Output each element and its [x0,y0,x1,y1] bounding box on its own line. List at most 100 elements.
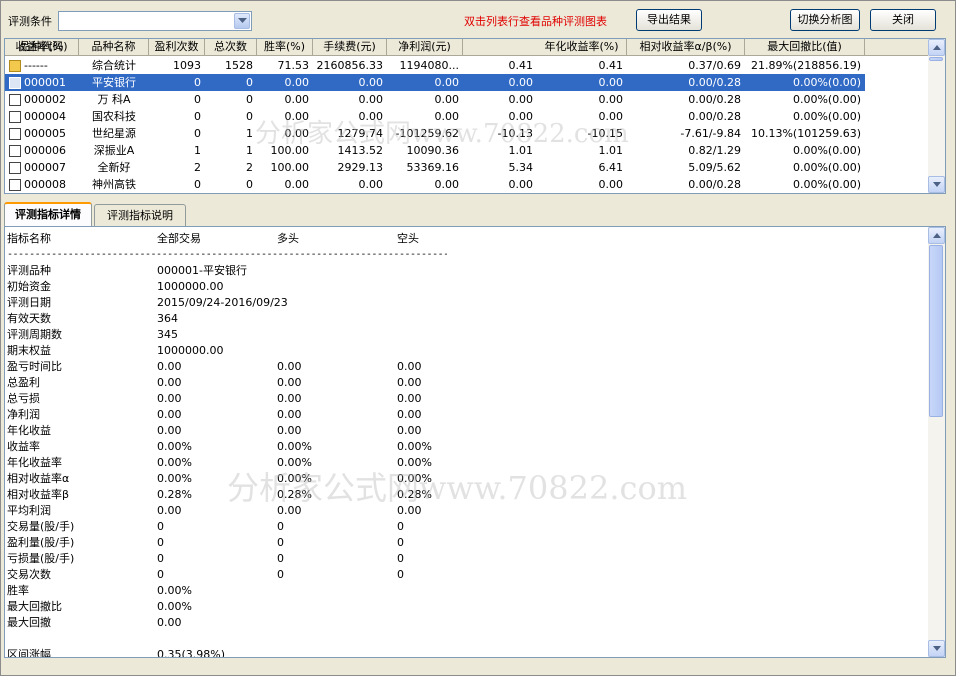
column-header[interactable]: 品种名称 [79,39,149,56]
folder-icon [9,60,21,72]
detail-k: 年化收益 [7,424,51,437]
detail-v2: 0 [277,520,284,533]
cell-ret: 5.34 [508,161,534,174]
scroll-down-icon[interactable] [928,640,945,657]
detail-row: 年化收益 0.00 0.00 0.00 [7,423,927,439]
column-header[interactable]: 年化收益率(%) [537,39,627,56]
detail-row: 平均利润 0.00 0.00 0.00 [7,503,927,519]
detail-v3: 0 [397,536,404,549]
cell-annual: 0.00 [537,74,627,91]
detail-v1: 0.00 [157,360,182,373]
detail-row: 评测品种 000001-平安银行 [7,263,927,279]
cell-relative: 0.00/0.28 [688,178,741,191]
cell-profit: -101259.62 [395,127,459,140]
result-grid[interactable]: 品种代码 品种名称 盈利次数 总次数 胜率(%) 手续费(元) 净利润(元) 收… [4,38,946,194]
condition-combo[interactable] [58,11,252,31]
tab-indicator-notes[interactable]: 评测指标说明 [94,204,186,226]
chevron-down-icon[interactable] [234,13,250,29]
detail-row: 初始资金 1000000.00 [7,279,927,295]
detail-v1: 0.00 [157,616,182,629]
cell-code: 000005 [5,125,79,142]
detail-body: 评测品种 000001-平安银行 初始资金 1000000.00 评测日期 2015/09… [7,263,927,658]
detail-k: 评测周期数 [7,328,62,341]
scroll-thumb[interactable] [929,245,943,417]
table-row[interactable]: 000007 全新好 2 2 100.00 2929.13 53369.16 5.34 6.41… [5,159,929,176]
table-row[interactable]: 000005 世纪星源 0 1 0.00 1279.74 -101259.62 -10.13 -… [5,125,929,142]
column-header[interactable]: 盈利次数 [149,39,205,56]
cell-winrate: 100.00 [270,161,310,174]
detail-v1: 0.00% [157,472,192,485]
table-row[interactable]: ------ 综合统计 1093 1528 71.53 2160856.33 1194080… [5,57,929,74]
cell-ret: 0.00 [508,93,534,106]
detail-k: 区间涨幅 [7,648,51,658]
detail-row: 最大回撤比 0.00% [7,599,927,615]
cell-annual: 0.41 [598,59,624,72]
document-icon [9,179,21,191]
cell-ret: 0.41 [508,59,534,72]
detail-v1: 0 [157,520,164,533]
detail-header-long: 多头 [277,232,299,245]
cell-code-text: 000005 [24,127,66,140]
grid-scrollbar[interactable] [928,39,945,193]
detail-v1: 0.00 [157,392,182,405]
column-header[interactable]: 手续费(元) [313,39,387,56]
cell-profit: 10090.36 [406,144,460,157]
cell-fee: 0.00 [358,110,384,123]
document-icon [9,94,21,106]
table-row[interactable]: 000001 平安银行 0 0 0.00 0.00 0.00 0.00 0.00 0.00/0.2… [5,74,929,91]
detail-k: 评测品种 [7,264,51,277]
detail-panel[interactable]: 指标名称 全部交易 多头 空头 ------------------------… [4,226,946,658]
scroll-thumb[interactable] [929,57,943,61]
cell-code-text: 000008 [24,178,66,191]
cell-name: 国农科技 [92,110,136,123]
detail-row [7,631,927,647]
column-header[interactable]: 最大回撤比(值) [745,39,865,56]
cell-annual: 6.41 [598,161,624,174]
detail-k: 胜率 [7,584,29,597]
grid-rows: ------ 综合统计 1093 1528 71.53 2160856.33 1194080… [5,57,929,193]
cell-code: ------ [5,57,79,74]
cell-fee: 2160856.33 [316,59,383,72]
export-button[interactable]: 导出结果 [636,9,702,31]
detail-k: 相对收益率β [7,488,70,501]
cell-relative: 0.00/0.28 [627,74,745,91]
column-header[interactable]: 相对收益率α/β(%) [627,39,745,56]
table-row[interactable]: 000008 神州高铁 0 0 0.00 0.00 0.00 0.00 0.00 0.00/0.2… [5,176,929,193]
document-icon [9,145,21,157]
tab-indicator-details[interactable]: 评测指标详情 [4,202,92,227]
scroll-down-icon[interactable] [928,176,945,193]
cell-wins: 0 [194,127,201,140]
main-window: 评测条件 双击列表行查看品种评测图表 导出结果 切换分析图 关闭 品种代码 品种… [0,0,956,676]
detail-v3: 0 [397,520,404,533]
detail-v3: 0.00% [397,456,432,469]
cell-ret: 1.01 [508,144,534,157]
scroll-up-icon[interactable] [928,227,945,244]
cell-code: 000007 [5,159,79,176]
cell-wins: 0 [194,178,201,191]
scroll-up-icon[interactable] [928,39,945,56]
cell-winrate: 0.00 [284,110,310,123]
detail-v2: 0.00 [277,408,302,421]
column-header[interactable]: 胜率(%) [257,39,313,56]
close-button[interactable]: 关闭 [870,9,936,31]
detail-row: 年化收益率 0.00% 0.00% 0.00% [7,455,927,471]
cell-wins: 0 [149,74,205,91]
column-header[interactable]: 总次数 [205,39,257,56]
detail-scrollbar[interactable] [928,227,945,657]
column-header[interactable]: 收益率(%) [5,39,79,56]
detail-row: 最大回撤 0.00 [7,615,927,631]
cell-wins: 0 [194,93,201,106]
table-row[interactable]: 000004 国农科技 0 0 0.00 0.00 0.00 0.00 0.00 0.00/0.2… [5,108,929,125]
column-header[interactable]: 净利润(元) [387,39,463,56]
switch-chart-button[interactable]: 切换分析图 [790,9,860,31]
cell-name: 深振业A [93,144,135,157]
table-row[interactable]: 000006 深振业A 1 1 100.00 1413.52 10090.36 1.01 1.0… [5,142,929,159]
detail-v2: 0.28% [277,488,312,501]
table-row[interactable]: 000002 万 科A 0 0 0.00 0.00 0.00 0.00 0.00 0.00/0.2… [5,91,929,108]
cell-relative: -7.61/-9.84 [680,127,741,140]
cell-ret: 0.00 [508,110,534,123]
detail-v2: 0.00 [277,424,302,437]
detail-row: 总盈利 0.00 0.00 0.00 [7,375,927,391]
detail-row: 相对收益率α 0.00% 0.00% 0.00% [7,471,927,487]
detail-v3: 0.28% [397,488,432,501]
